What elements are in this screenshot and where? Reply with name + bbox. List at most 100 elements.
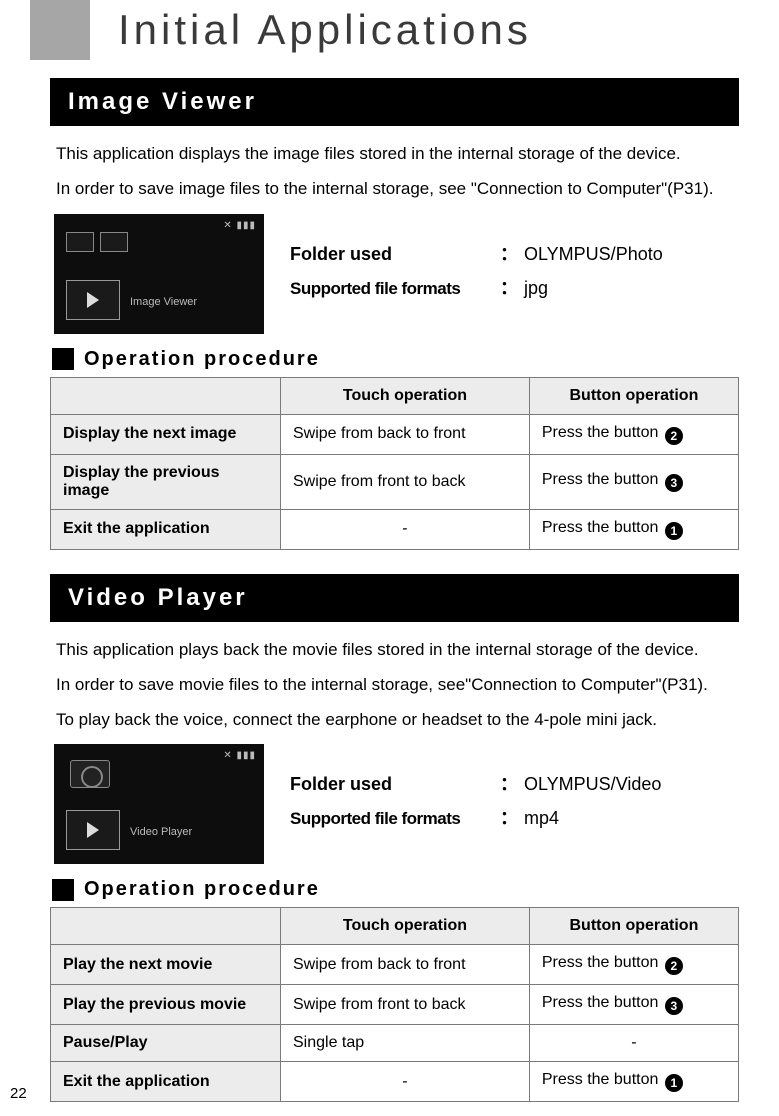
spec-label: Folder used bbox=[290, 244, 500, 265]
button-number-icon: 1 bbox=[665, 1074, 683, 1092]
description-text: In order to save movie files to the inte… bbox=[50, 671, 739, 700]
spec-value: mp4 bbox=[524, 808, 559, 829]
page-title: Initial Applications bbox=[118, 6, 532, 54]
thumbnail-caption: Video Player bbox=[130, 826, 192, 838]
row-label: Play the previous movie bbox=[51, 985, 281, 1025]
square-bullet-icon bbox=[52, 879, 74, 901]
description-text: This application plays back the movie fi… bbox=[50, 636, 739, 665]
operation-heading: Operation procedure bbox=[84, 878, 320, 901]
touch-op-cell: Swipe from front to back bbox=[281, 454, 530, 509]
button-op-text: Press the button bbox=[542, 1071, 659, 1088]
operation-table-video-player: Touch operation Button operation Play th… bbox=[50, 907, 739, 1102]
table-header-row: Touch operation Button operation bbox=[51, 377, 739, 414]
table-header: Button operation bbox=[529, 908, 738, 945]
table-row: Play the previous movie Swipe from front… bbox=[51, 985, 739, 1025]
colon-icon: ： bbox=[500, 274, 518, 300]
camera-icon bbox=[70, 760, 110, 788]
spec-row-folder: Folder used ： OLYMPUS/Photo bbox=[290, 240, 739, 266]
page-title-row: Initial Applications bbox=[30, 0, 739, 60]
row-label: Exit the application bbox=[51, 509, 281, 549]
description-text: To play back the voice, connect the earp… bbox=[50, 706, 739, 735]
touch-op-cell: - bbox=[281, 1062, 530, 1102]
button-op-text: Press the button bbox=[542, 471, 659, 488]
spec-value: OLYMPUS/Video bbox=[524, 774, 661, 795]
row-label: Display the previous image bbox=[51, 454, 281, 509]
table-header bbox=[51, 908, 281, 945]
thumbnail-caption: Image Viewer bbox=[130, 296, 197, 308]
section-heading-image-viewer: Image Viewer bbox=[50, 78, 739, 126]
touch-op-cell: Swipe from back to front bbox=[281, 414, 530, 454]
table-row: Display the previous image Swipe from fr… bbox=[51, 454, 739, 509]
statusbar-icon: ✕ ▮▮▮ bbox=[223, 220, 256, 231]
spec-lines: Folder used ： OLYMPUS/Photo Supported fi… bbox=[290, 240, 739, 308]
colon-icon: ： bbox=[500, 240, 518, 266]
button-op-cell: Press the button 2 bbox=[529, 945, 738, 985]
button-number-icon: 3 bbox=[665, 997, 683, 1015]
spec-label: Supported file formats bbox=[290, 809, 500, 829]
table-header: Touch operation bbox=[281, 908, 530, 945]
button-number-icon: 3 bbox=[665, 474, 683, 492]
section-heading-video-player: Video Player bbox=[50, 574, 739, 622]
spec-row-formats: Supported file formats ： jpg bbox=[290, 274, 739, 300]
touch-op-cell: - bbox=[281, 509, 530, 549]
row-label: Display the next image bbox=[51, 414, 281, 454]
table-row: Exit the application - Press the button … bbox=[51, 509, 739, 549]
operation-table-image-viewer: Touch operation Button operation Display… bbox=[50, 377, 739, 550]
tile-icon bbox=[100, 232, 128, 252]
spec-row-folder: Folder used ： OLYMPUS/Video bbox=[290, 770, 739, 796]
play-icon bbox=[87, 292, 99, 308]
title-marker-icon bbox=[30, 0, 90, 60]
tile-icon bbox=[66, 232, 94, 252]
table-row: Play the next movie Swipe from back to f… bbox=[51, 945, 739, 985]
button-op-cell: Press the button 3 bbox=[529, 985, 738, 1025]
operation-heading: Operation procedure bbox=[84, 348, 320, 371]
app-info-block: ✕ ▮▮▮ Video Player Folder used ： OLYMPUS… bbox=[54, 744, 739, 864]
spec-value: OLYMPUS/Photo bbox=[524, 244, 663, 265]
spec-value: jpg bbox=[524, 278, 548, 299]
colon-icon: ： bbox=[500, 804, 518, 830]
page-number: 22 bbox=[10, 1085, 27, 1102]
operation-heading-row: Operation procedure bbox=[52, 878, 739, 901]
row-label: Exit the application bbox=[51, 1062, 281, 1102]
button-op-cell: - bbox=[529, 1025, 738, 1062]
button-number-icon: 1 bbox=[665, 522, 683, 540]
touch-op-cell: Swipe from back to front bbox=[281, 945, 530, 985]
play-icon bbox=[87, 822, 99, 838]
button-op-text: Press the button bbox=[542, 994, 659, 1011]
operation-heading-row: Operation procedure bbox=[52, 348, 739, 371]
touch-op-cell: Swipe from front to back bbox=[281, 985, 530, 1025]
button-op-cell: Press the button 2 bbox=[529, 414, 738, 454]
table-row: Exit the application - Press the button … bbox=[51, 1062, 739, 1102]
colon-icon: ： bbox=[500, 770, 518, 796]
button-op-text: Press the button bbox=[542, 954, 659, 971]
spec-label: Folder used bbox=[290, 774, 500, 795]
button-op-cell: Press the button 3 bbox=[529, 454, 738, 509]
table-row: Display the next image Swipe from back t… bbox=[51, 414, 739, 454]
table-row: Pause/Play Single tap - bbox=[51, 1025, 739, 1062]
spec-label: Supported file formats bbox=[290, 279, 500, 299]
app-thumbnail: ✕ ▮▮▮ Video Player bbox=[54, 744, 264, 864]
button-number-icon: 2 bbox=[665, 957, 683, 975]
table-header: Button operation bbox=[529, 377, 738, 414]
table-header: Touch operation bbox=[281, 377, 530, 414]
app-info-block: ✕ ▮▮▮ Image Viewer Folder used ： OLYMPUS… bbox=[54, 214, 739, 334]
row-label: Play the next movie bbox=[51, 945, 281, 985]
play-tile-icon bbox=[66, 810, 120, 850]
description-text: This application displays the image file… bbox=[50, 140, 739, 169]
table-header bbox=[51, 377, 281, 414]
button-op-cell: Press the button 1 bbox=[529, 509, 738, 549]
button-op-text: Press the button bbox=[542, 424, 659, 441]
row-label: Pause/Play bbox=[51, 1025, 281, 1062]
touch-op-cell: Single tap bbox=[281, 1025, 530, 1062]
app-thumbnail: ✕ ▮▮▮ Image Viewer bbox=[54, 214, 264, 334]
table-header-row: Touch operation Button operation bbox=[51, 908, 739, 945]
square-bullet-icon bbox=[52, 348, 74, 370]
spec-row-formats: Supported file formats ： mp4 bbox=[290, 804, 739, 830]
button-op-text: Press the button bbox=[542, 519, 659, 536]
button-op-cell: Press the button 1 bbox=[529, 1062, 738, 1102]
play-tile-icon bbox=[66, 280, 120, 320]
description-text: In order to save image files to the inte… bbox=[50, 175, 739, 204]
spec-lines: Folder used ： OLYMPUS/Video Supported fi… bbox=[290, 770, 739, 838]
thumbnail-tiles bbox=[66, 232, 128, 252]
statusbar-icon: ✕ ▮▮▮ bbox=[223, 750, 256, 761]
